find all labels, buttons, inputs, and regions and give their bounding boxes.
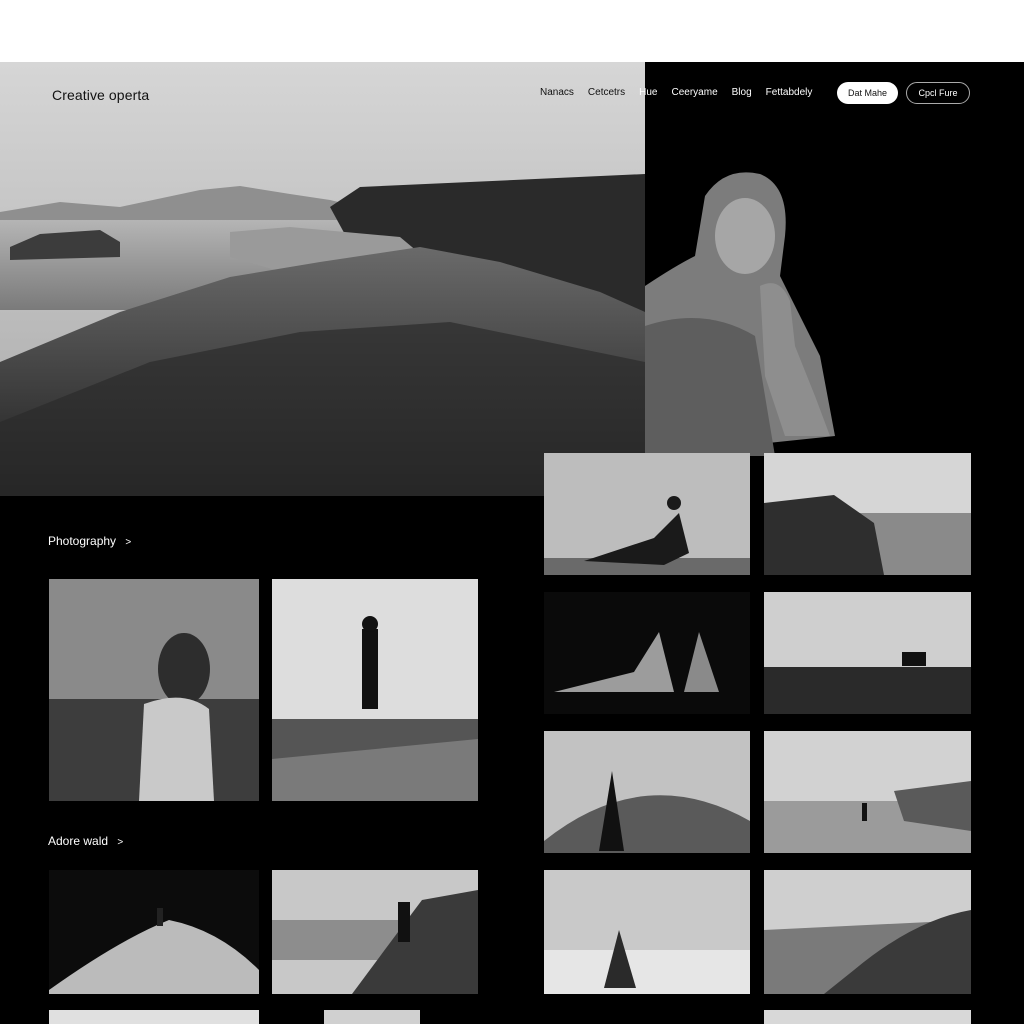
gallery-photo-two-women[interactable] [544, 592, 750, 714]
gallery-photo-cropped-1[interactable] [49, 1010, 259, 1024]
chevron-right-icon: > [125, 537, 132, 548]
gallery-photo-woman-salt-flat[interactable] [544, 870, 750, 994]
gallery-photo-foggy-coast[interactable] [764, 731, 971, 853]
gallery-photo-cropped-2[interactable] [324, 1010, 420, 1024]
section-title-adore-wald[interactable]: Adore wald > [48, 834, 123, 848]
gallery-photo-cliff-lake[interactable] [764, 453, 971, 575]
site-page: Creative operta Nanacs Cetcetrs Hue Ceer… [0, 62, 1024, 1024]
secondary-button[interactable]: Cpcl Fure [906, 82, 970, 104]
gallery-photo-car-plain[interactable] [764, 592, 971, 714]
section-title-label: Adore wald [48, 834, 109, 848]
gallery-photo-dune-figure[interactable] [49, 870, 259, 994]
nav-item-3[interactable]: Hue [639, 87, 657, 98]
gallery-photo-man-cliff[interactable] [272, 870, 478, 994]
gallery-photo-misty-cliffs[interactable] [764, 870, 971, 994]
gallery-photo-cropped-3[interactable] [764, 1010, 971, 1024]
main-nav: Nanacs Cetcetrs Hue Ceeryame Blog Fettab… [540, 87, 812, 98]
gallery-photo-woman-sitting[interactable] [544, 453, 750, 575]
top-white-band [0, 0, 1024, 62]
gallery-photo-woman-back[interactable] [49, 579, 259, 801]
chevron-right-icon: > [117, 837, 124, 848]
hero-landscape-image: Creative operta [0, 62, 645, 496]
section-title-photography[interactable]: Photography > [48, 534, 131, 548]
nav-item-5[interactable]: Blog [732, 87, 752, 98]
nav-item-2[interactable]: Cetcetrs [588, 87, 625, 98]
nav-item-1[interactable]: Nanacs [540, 87, 574, 98]
gallery-photo-woman-dune[interactable] [544, 731, 750, 853]
nav-item-6[interactable]: Fettabdely [766, 87, 813, 98]
section-title-label: Photography [48, 534, 117, 548]
portrait-woman-image [645, 172, 835, 456]
primary-button[interactable]: Dat Mahe [837, 82, 898, 104]
brand-name[interactable]: Creative operta [52, 87, 149, 103]
gallery-photo-woman-walking[interactable] [272, 579, 478, 801]
nav-item-4[interactable]: Ceeryame [672, 87, 718, 98]
